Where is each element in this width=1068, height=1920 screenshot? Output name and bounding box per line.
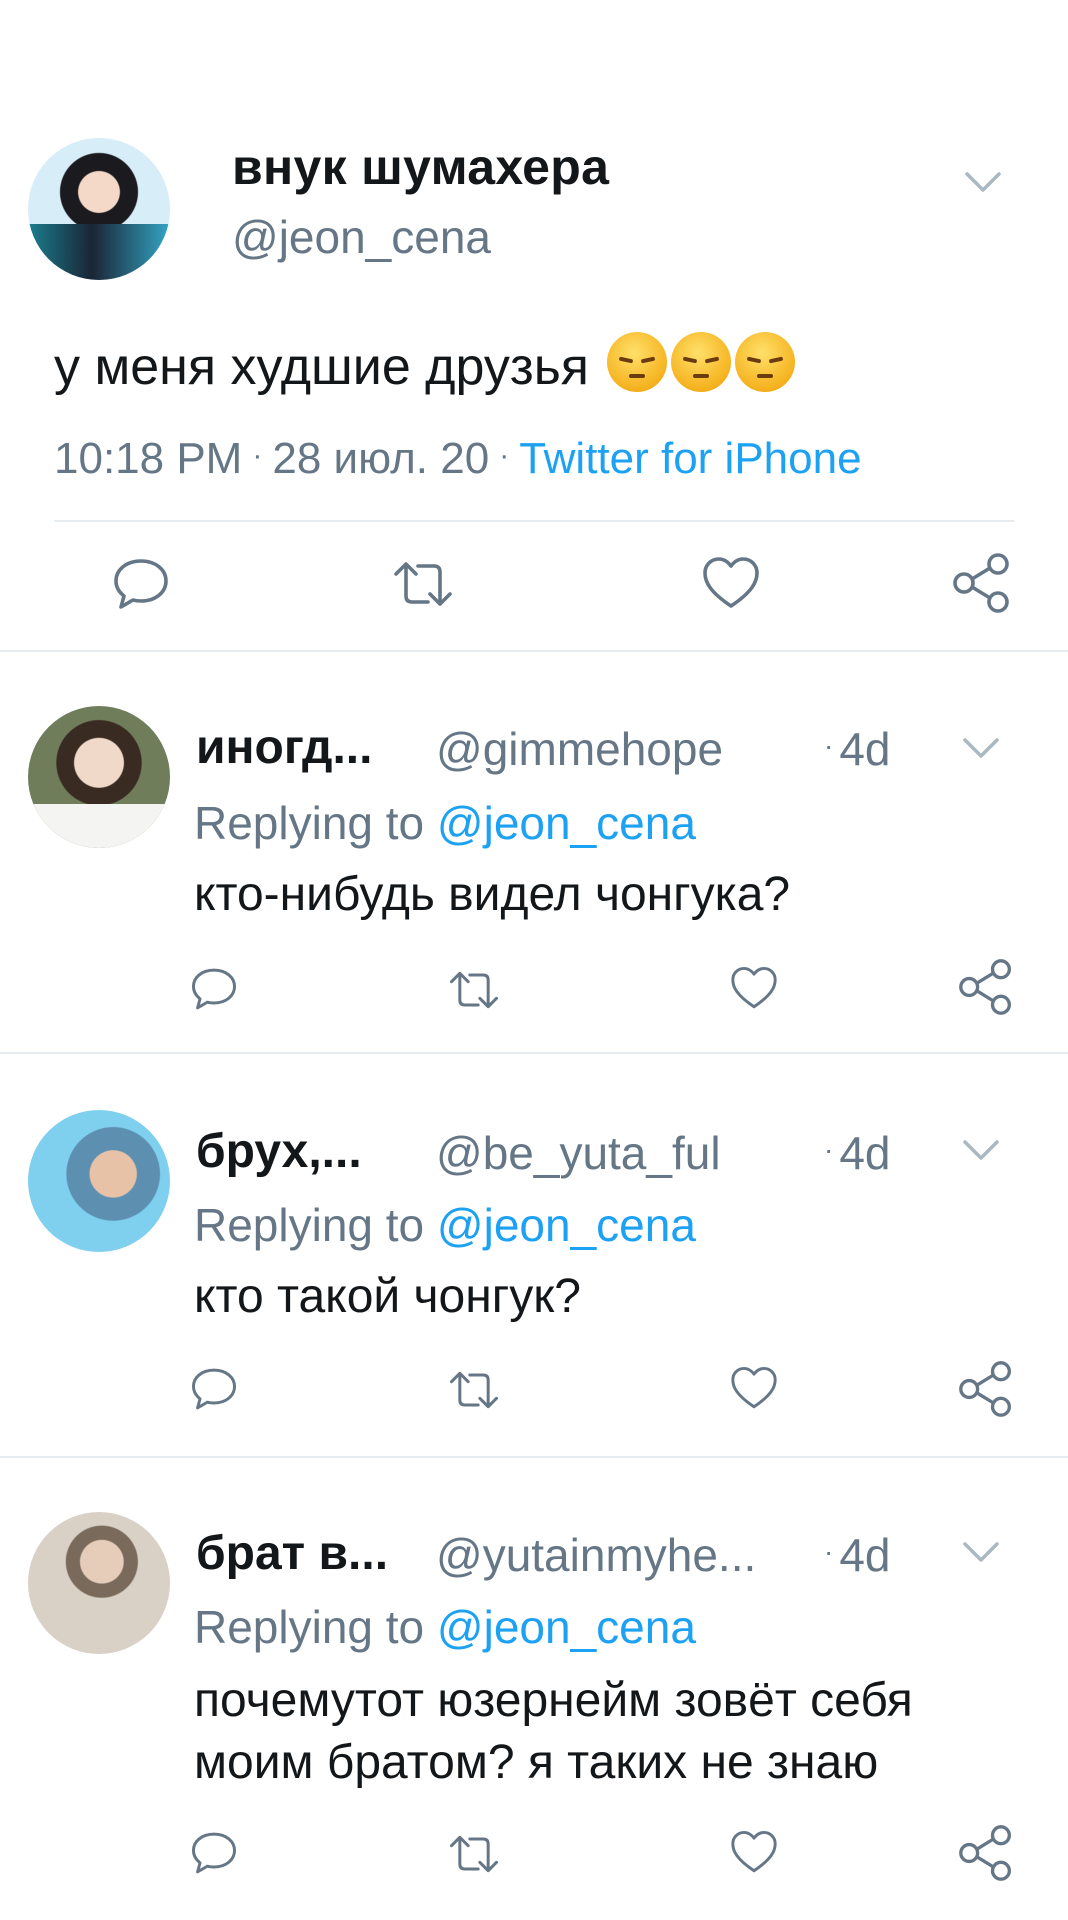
tweet-text: кто-нибудь видел чонгука? — [194, 868, 791, 921]
separator: · — [499, 439, 510, 472]
replying-to: Replying to @jeon_cena — [194, 1600, 696, 1654]
share-icon[interactable] — [958, 958, 1014, 1016]
tweet-text: кто такой чонгук? — [194, 1270, 581, 1323]
replying-prefix: Replying to — [194, 797, 425, 849]
share-icon[interactable] — [958, 1360, 1014, 1418]
main-tweet: внук шумахера @jeon_cena у меня худшие д… — [0, 0, 1068, 652]
pensive-face-icon — [607, 332, 668, 392]
replying-to: Replying to @jeon_cena — [194, 796, 696, 850]
retweet-icon[interactable] — [392, 560, 454, 608]
like-icon[interactable] — [730, 1366, 778, 1410]
mention-link[interactable]: @jeon_cena — [437, 1601, 696, 1653]
display-name[interactable]: внук шумахера — [232, 138, 609, 196]
like-icon[interactable] — [730, 966, 778, 1010]
tweet-text: почемутот юзернейм зовёт себя моим брато… — [194, 1674, 913, 1789]
time-label: 4d — [839, 1127, 891, 1179]
list-item: брат в... @yutainmyhe... · 4d Replying to… — [0, 1458, 1068, 1920]
chevron-down-icon[interactable] — [962, 736, 1000, 760]
pensive-face-icon — [671, 332, 732, 392]
replying-to: Replying to @jeon_cena — [194, 1198, 696, 1252]
replying-prefix: Replying to — [194, 1199, 425, 1251]
user-handle[interactable]: @gimmehope — [436, 722, 723, 776]
mention-link[interactable]: @jeon_cena — [437, 1199, 696, 1251]
tweet-time: 10:18 PM — [54, 434, 243, 483]
chevron-down-icon[interactable] — [962, 1138, 1000, 1162]
like-icon[interactable] — [702, 556, 760, 610]
avatar[interactable] — [28, 1110, 170, 1252]
separator: · — [824, 1134, 834, 1165]
mention-link[interactable]: @jeon_cena — [437, 797, 696, 849]
retweet-icon[interactable] — [448, 1370, 500, 1410]
tweet-meta: 10:18 PM · 28 июл. 20 · Twitter for iPhone — [54, 434, 862, 484]
share-icon[interactable] — [952, 552, 1012, 614]
list-item: брух,... @be_yuta_ful · 4d Replying to @j… — [0, 1054, 1068, 1458]
display-name[interactable]: брух,... — [196, 1124, 362, 1179]
tweet-text: у меня худшие друзья — [54, 332, 796, 397]
chevron-down-icon[interactable] — [964, 170, 1002, 194]
reply-icon[interactable] — [190, 1830, 238, 1876]
tweet-source-link[interactable]: Twitter for iPhone — [519, 434, 861, 483]
divider — [54, 520, 1014, 522]
chevron-down-icon[interactable] — [962, 1540, 1000, 1564]
user-handle[interactable]: @be_yuta_ful — [436, 1126, 721, 1180]
user-handle[interactable]: @jeon_cena — [232, 210, 491, 264]
reply-icon[interactable] — [190, 1366, 238, 1412]
time-label: 4d — [839, 1529, 891, 1581]
display-name[interactable]: брат в... — [196, 1526, 388, 1581]
avatar[interactable] — [28, 1512, 170, 1654]
tweet-time: · 4d — [824, 1528, 891, 1582]
separator: · — [824, 1536, 834, 1567]
tweet-time: · 4d — [824, 1126, 891, 1180]
like-icon[interactable] — [730, 1830, 778, 1874]
display-name[interactable]: иногд... — [196, 720, 372, 775]
tweet-text-content: у меня худшие друзья — [54, 338, 589, 396]
retweet-icon[interactable] — [448, 1834, 500, 1874]
retweet-icon[interactable] — [448, 970, 500, 1010]
user-handle[interactable]: @yutainmyhe... — [436, 1528, 756, 1582]
tweet-time: · 4d — [824, 722, 891, 776]
tweet-date: 28 июл. 20 — [272, 434, 490, 483]
avatar[interactable] — [28, 706, 170, 848]
reply-icon[interactable] — [112, 556, 170, 612]
separator: · — [252, 439, 263, 472]
list-item: иногд... @gimmehope · 4d Replying to @jeo… — [0, 652, 1068, 1054]
avatar[interactable] — [28, 138, 170, 280]
share-icon[interactable] — [958, 1824, 1014, 1882]
time-label: 4d — [839, 723, 891, 775]
separator: · — [824, 730, 834, 761]
pensive-face-icon — [735, 332, 796, 392]
reply-icon[interactable] — [190, 966, 238, 1012]
replying-prefix: Replying to — [194, 1601, 425, 1653]
